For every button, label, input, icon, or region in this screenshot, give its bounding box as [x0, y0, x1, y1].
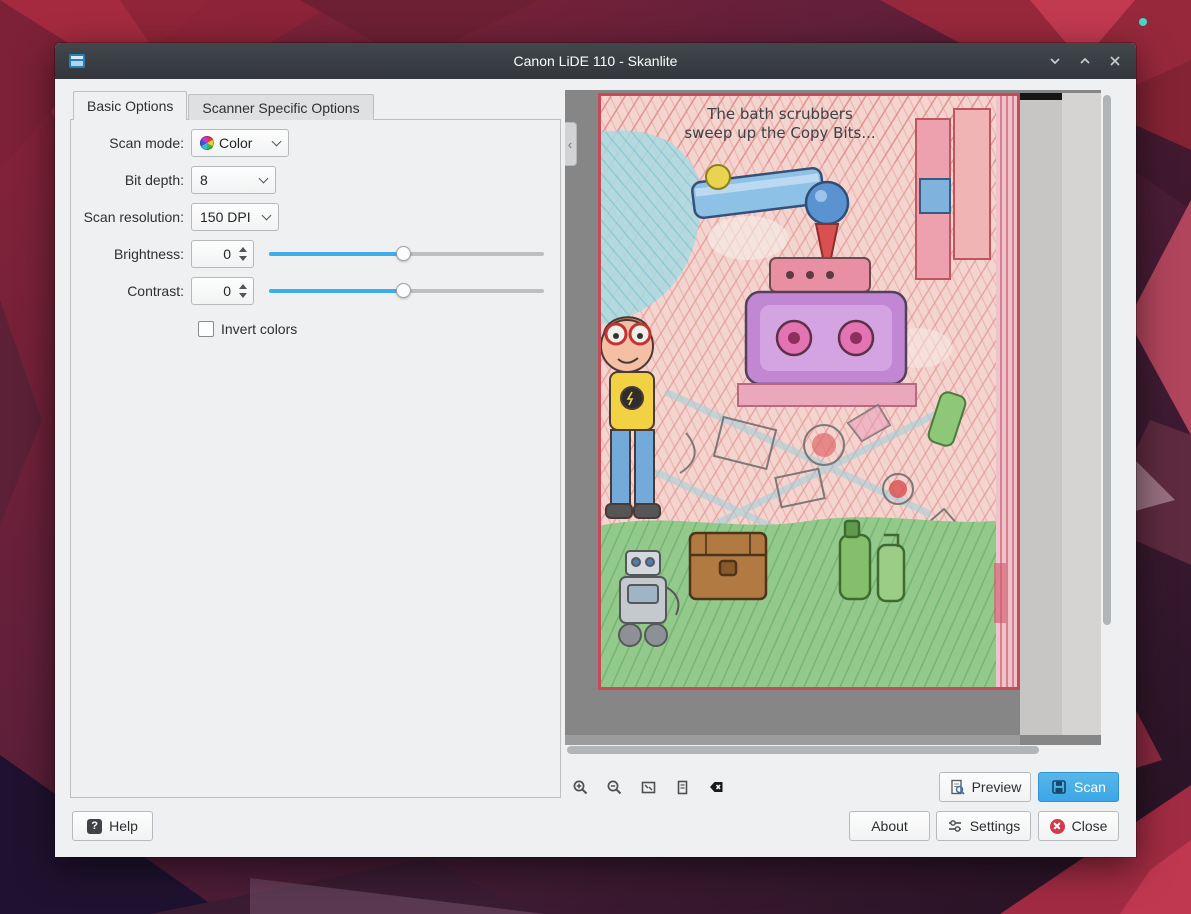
- scan-icon: [1051, 779, 1067, 795]
- chevron-left-icon: ‹: [568, 137, 572, 152]
- chevron-down-icon: [259, 173, 269, 183]
- contrast-slider[interactable]: [269, 281, 544, 301]
- about-button-label: About: [871, 818, 908, 834]
- spin-up-icon: [239, 284, 247, 289]
- settings-button[interactable]: Settings: [936, 811, 1031, 841]
- bit-depth-value: 8: [200, 172, 208, 188]
- skanlite-window: Canon LiDE 110 - Skanlite Bas: [55, 43, 1136, 857]
- zoom-in-button[interactable]: [567, 774, 593, 800]
- scan-caption-line1: The bath scrubbers: [706, 105, 853, 123]
- tab-scanner-specific-label: Scanner Specific Options: [202, 100, 359, 116]
- brightness-row: Brightness: 0: [79, 240, 544, 268]
- zoom-in-icon: [572, 779, 589, 796]
- brightness-slider[interactable]: [269, 244, 544, 264]
- spin-down-icon: [239, 256, 247, 261]
- scanner-glass-edge: [565, 735, 1020, 745]
- chevron-down-icon: [272, 136, 282, 146]
- tab-basic-options-label: Basic Options: [87, 98, 173, 114]
- preview-vertical-scrollbar[interactable]: [1101, 90, 1113, 753]
- invert-colors-checkbox[interactable]: [198, 321, 214, 337]
- bit-depth-select[interactable]: 8: [191, 166, 276, 194]
- slider-fill: [269, 289, 404, 293]
- resolution-label: Scan resolution:: [79, 209, 191, 225]
- preview-button-label: Preview: [972, 779, 1022, 795]
- contrast-label: Contrast:: [79, 283, 191, 299]
- brightness-slider-handle[interactable]: [396, 246, 411, 261]
- color-wheel-icon: [200, 136, 214, 150]
- tab-scanner-specific-options[interactable]: Scanner Specific Options: [188, 94, 373, 120]
- scan-mode-value: Color: [219, 135, 252, 151]
- about-button[interactable]: About: [849, 811, 930, 841]
- contrast-spinbox[interactable]: 0: [191, 277, 254, 305]
- basic-options-panel: Scan mode: Color Bit depth: 8 Scan resol…: [70, 119, 561, 798]
- help-button[interactable]: ? Help: [72, 811, 153, 841]
- zoom-fit-button[interactable]: [635, 774, 661, 800]
- zoom-fit-icon: [640, 779, 657, 796]
- close-button[interactable]: Close: [1038, 811, 1119, 841]
- help-button-label: Help: [109, 818, 138, 834]
- options-tabbar: Basic Options Scanner Specific Options: [73, 91, 374, 120]
- brightness-spinbox[interactable]: 0: [191, 240, 254, 268]
- close-icon: [1107, 53, 1123, 69]
- zoom-original-icon: [674, 779, 691, 796]
- window-title: Canon LiDE 110 - Skanlite: [55, 53, 1136, 69]
- zoom-original-button[interactable]: [669, 774, 695, 800]
- vertical-scroll-handle[interactable]: [1103, 95, 1111, 625]
- horizontal-scroll-handle[interactable]: [567, 746, 1039, 754]
- invert-colors-row: Invert colors: [198, 315, 297, 343]
- close-window-button[interactable]: [1100, 46, 1130, 76]
- scan-button[interactable]: Scan: [1038, 772, 1119, 802]
- maximize-button[interactable]: [1070, 46, 1100, 76]
- scan-mode-label: Scan mode:: [79, 135, 191, 151]
- scanner-glass-strip: [1020, 93, 1062, 735]
- scanned-image[interactable]: The bath scrubbers sweep up the Copy Bit…: [598, 93, 1020, 690]
- preview-horizontal-scrollbar[interactable]: [565, 745, 1101, 755]
- preview-button[interactable]: Preview: [939, 772, 1031, 802]
- chevron-up-icon: [1077, 53, 1093, 69]
- chevron-down-icon: [1047, 53, 1063, 69]
- scanner-lid-edge: [1020, 93, 1062, 100]
- zoom-out-button[interactable]: [601, 774, 627, 800]
- clear-selections-icon: [707, 779, 725, 795]
- spin-up-icon: [239, 247, 247, 252]
- spinbox-arrows[interactable]: [237, 278, 249, 304]
- help-icon: ?: [87, 819, 102, 834]
- scan-mode-select[interactable]: Color: [191, 129, 289, 157]
- app-icon: [68, 52, 86, 70]
- bit-depth-row: Bit depth: 8: [79, 166, 276, 194]
- chevron-down-icon: [262, 210, 272, 220]
- spin-down-icon: [239, 293, 247, 298]
- contrast-row: Contrast: 0: [79, 277, 544, 305]
- resolution-row: Scan resolution: 150 DPI: [79, 203, 279, 231]
- resolution-select[interactable]: 150 DPI: [191, 203, 279, 231]
- bit-depth-label: Bit depth:: [79, 172, 191, 188]
- close-dialog-icon: [1050, 819, 1065, 834]
- scan-button-label: Scan: [1074, 779, 1106, 795]
- settings-icon: [947, 818, 963, 834]
- minimize-button[interactable]: [1040, 46, 1070, 76]
- resolution-value: 150 DPI: [200, 209, 251, 225]
- clear-selections-button[interactable]: [703, 774, 729, 800]
- invert-colors-label: Invert colors: [221, 321, 297, 337]
- scan-preview-viewport[interactable]: The bath scrubbers sweep up the Copy Bit…: [565, 90, 1101, 745]
- scan-mode-row: Scan mode: Color: [79, 129, 289, 157]
- spinbox-arrows[interactable]: [237, 241, 249, 267]
- zoom-out-icon: [606, 779, 623, 796]
- slider-fill: [269, 252, 404, 256]
- tab-basic-options[interactable]: Basic Options: [73, 91, 187, 120]
- scanner-lid-strip: [1062, 93, 1101, 735]
- settings-button-label: Settings: [970, 818, 1021, 834]
- close-button-label: Close: [1072, 818, 1108, 834]
- contrast-slider-handle[interactable]: [396, 283, 411, 298]
- brightness-label: Brightness:: [79, 246, 191, 262]
- document-preview-icon: [949, 779, 965, 795]
- titlebar[interactable]: Canon LiDE 110 - Skanlite: [55, 43, 1136, 79]
- scan-caption-line2: sweep up the Copy Bits...: [684, 124, 875, 142]
- splitter-collapse-handle[interactable]: ‹: [565, 122, 577, 166]
